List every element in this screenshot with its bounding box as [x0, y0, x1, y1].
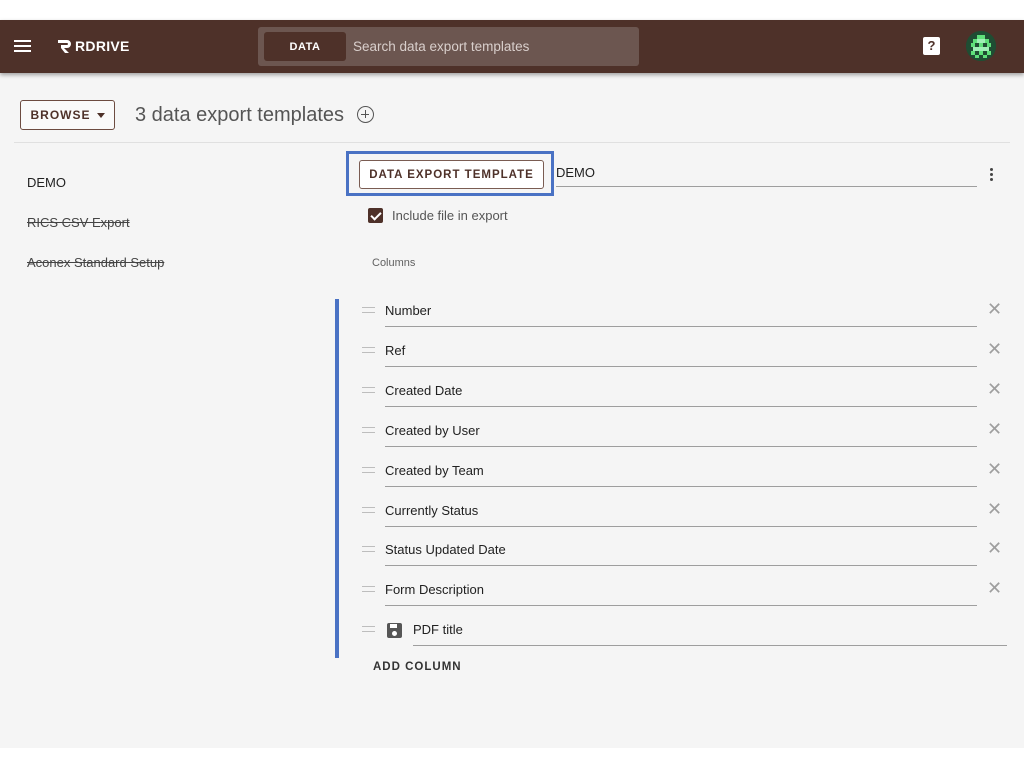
drag-handle-icon[interactable]	[362, 586, 375, 592]
column-field[interactable]: Currently Status	[385, 503, 977, 527]
column-field[interactable]: Status Updated Date	[385, 542, 977, 566]
close-icon[interactable]: ✕	[987, 340, 1002, 358]
drag-handle-icon[interactable]	[362, 626, 375, 632]
columns-label: Columns	[372, 257, 416, 269]
drag-handle-icon[interactable]	[362, 546, 375, 552]
drag-handle-icon[interactable]	[362, 387, 375, 393]
avatar-pixel-icon	[966, 31, 996, 61]
column-row: Ref ✕	[360, 339, 1010, 367]
column-row: Created by Team ✕	[360, 459, 1010, 487]
column-row: Form Description ✕	[360, 578, 1010, 606]
save-icon	[387, 623, 402, 638]
add-circle-icon[interactable]	[357, 106, 374, 123]
main-content: BROWSE 3 data export templates DEMO RICS…	[0, 73, 1024, 748]
search-input[interactable]	[353, 32, 633, 61]
menu-icon[interactable]	[14, 37, 34, 55]
drag-handle-icon[interactable]	[362, 307, 375, 313]
template-name-field[interactable]: DEMO	[556, 163, 977, 187]
help-icon[interactable]: ?	[923, 37, 940, 55]
template-list-item-demo[interactable]: DEMO	[27, 175, 66, 190]
template-list-item-aconex[interactable]: Aconex Standard Setup	[27, 255, 164, 270]
more-vert-icon[interactable]	[990, 168, 994, 184]
pdf-title-field[interactable]: PDF title	[413, 622, 1007, 646]
page-title: 3 data export templates	[135, 104, 345, 126]
close-icon[interactable]: ✕	[987, 420, 1002, 438]
close-icon[interactable]: ✕	[987, 380, 1002, 398]
column-row: Number ✕	[360, 299, 1010, 327]
column-field[interactable]: Ref	[385, 343, 977, 367]
search-scope-button[interactable]: DATA	[264, 32, 346, 61]
column-field[interactable]: Created Date	[385, 383, 977, 407]
app-logo[interactable]: RDRIVE	[55, 37, 130, 55]
template-type-button[interactable]: DATA EXPORT TEMPLATE	[359, 160, 544, 189]
close-icon[interactable]: ✕	[987, 500, 1002, 518]
divider	[14, 142, 1010, 143]
drag-handle-icon[interactable]	[362, 427, 375, 433]
column-field[interactable]: Number	[385, 303, 977, 327]
column-row: Created Date ✕	[360, 379, 1010, 407]
browse-button[interactable]: BROWSE	[20, 100, 115, 130]
drag-handle-icon[interactable]	[362, 507, 375, 513]
search-bar: DATA	[258, 27, 639, 66]
drag-handle-icon[interactable]	[362, 347, 375, 353]
chevron-down-icon	[96, 112, 105, 118]
column-row: Status Updated Date ✕	[360, 538, 1010, 566]
include-file-label: Include file in export	[392, 208, 508, 223]
column-row: Currently Status ✕	[360, 499, 1010, 527]
columns-group-indicator	[335, 299, 339, 658]
column-field[interactable]: Created by User	[385, 423, 977, 447]
column-field[interactable]: Created by Team	[385, 463, 977, 487]
logo-mark-icon	[58, 40, 71, 53]
drag-handle-icon[interactable]	[362, 467, 375, 473]
app-name: RDRIVE	[75, 38, 130, 54]
app-bar: RDRIVE DATA ?	[0, 20, 1024, 73]
bottom-margin	[0, 748, 1024, 768]
browse-label: BROWSE	[30, 108, 91, 122]
top-margin	[0, 0, 1024, 20]
close-icon[interactable]: ✕	[987, 300, 1002, 318]
pdf-column-row: PDF title	[360, 618, 1010, 646]
close-icon[interactable]: ✕	[987, 460, 1002, 478]
column-row: Created by User ✕	[360, 419, 1010, 447]
include-file-checkbox[interactable]	[368, 208, 383, 223]
column-field[interactable]: Form Description	[385, 582, 977, 606]
avatar[interactable]	[966, 31, 996, 61]
add-column-button[interactable]: ADD COLUMN	[373, 661, 462, 673]
close-icon[interactable]: ✕	[987, 539, 1002, 557]
close-icon[interactable]: ✕	[987, 579, 1002, 597]
template-list-item-rics[interactable]: RICS CSV Export	[27, 215, 130, 230]
